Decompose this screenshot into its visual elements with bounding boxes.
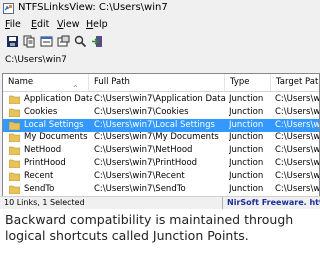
cell-type: Junction (229, 119, 264, 130)
window-title: NTFSLinksView: C:\Users\win7 (18, 2, 168, 13)
cell-type: Junction (229, 183, 264, 194)
status-nirsoft-link[interactable]: NirSoft Freeware. http: (227, 198, 320, 207)
cell-name: SendTo (24, 183, 55, 194)
cell-full-path: C:\Users\win7\Recent (94, 170, 185, 181)
menu-file[interactable]: File (5, 19, 21, 30)
table-row[interactable]: Cookies C:\Users\win7\Cookies Junction C:\U… (3, 106, 319, 119)
folder-icon (9, 172, 20, 181)
path-value: C:\Users\win7 (5, 55, 67, 65)
cell-type: Junction (229, 158, 264, 168)
caption-line-2: logical shortcuts called Junction Points… (5, 228, 249, 243)
path-bar[interactable]: C:\Users\win7 (0, 53, 320, 68)
status-count: 10 Links, 1 Selected (4, 198, 85, 207)
folder-icon (9, 159, 20, 168)
cell-full-path: C:\Users\win7\Local Settings (94, 119, 215, 130)
cell-full-path: C:\Users\win7\NetHood (94, 145, 193, 156)
menu-bar: File Edit View Help (0, 18, 320, 32)
app-link-icon (3, 3, 14, 14)
status-bar: 10 Links, 1 Selected NirSoft Freeware. h… (0, 196, 320, 209)
cell-name: My Documents (24, 132, 88, 143)
cell-type: Junction (229, 170, 264, 181)
find-icon[interactable] (74, 35, 87, 48)
cell-target-path: C:\Users\w (275, 158, 319, 168)
cell-type: Junction (229, 106, 264, 117)
cell-target-path: C:\Users\w (275, 106, 319, 117)
caption-line-1: Backward compatibility is maintained thr… (5, 212, 294, 227)
list-header: Name ^ Full Path Type Target Path (3, 74, 319, 92)
folder-icon (9, 95, 20, 104)
cell-name: NetHood (24, 145, 62, 156)
cell-target-path: C:\Users\w (275, 132, 319, 143)
cell-type: Junction (229, 132, 264, 143)
folder-icon (9, 108, 20, 117)
cell-target-path: C:\Users\w (275, 170, 319, 181)
table-row[interactable]: My Documents C:\Users\win7\My Documents Ju… (3, 131, 319, 144)
properties-icon[interactable] (57, 35, 70, 48)
table-row[interactable]: SendTo C:\Users\win7\SendTo Junction C:\Use… (3, 183, 319, 196)
cell-name: Cookies (24, 106, 58, 117)
folder-icon (9, 185, 20, 194)
refresh-icon[interactable] (40, 35, 53, 48)
exit-icon[interactable] (91, 35, 104, 48)
cell-full-path: C:\Users\win7\SendTo (94, 183, 186, 194)
toolbar (0, 34, 320, 50)
sort-ascending-icon: ^ (73, 85, 79, 91)
status-divider (222, 197, 223, 209)
table-row[interactable]: PrintHood C:\Users\win7\PrintHood Junction… (3, 157, 319, 170)
folder-icon (9, 121, 20, 130)
cell-full-path: C:\Users\win7\Application Data (94, 94, 226, 104)
menu-edit[interactable]: Edit (31, 19, 49, 30)
save-icon[interactable] (6, 35, 19, 48)
cell-target-path: C:\Users\w (275, 183, 319, 194)
cell-name: PrintHood (24, 158, 66, 168)
cell-full-path: C:\Users\win7\My Documents (94, 132, 219, 143)
caption: Backward compatibility is maintained thr… (5, 212, 317, 244)
menu-view[interactable]: View (57, 19, 80, 30)
cell-name: Recent (24, 170, 54, 181)
column-header-target-path[interactable]: Target Path (271, 74, 319, 91)
app-window: NTFSLinksView: C:\Users\win7 File Edit V… (0, 0, 320, 209)
column-header-type[interactable]: Type (225, 74, 271, 91)
links-list[interactable]: Name ^ Full Path Type Target Path Applic… (2, 73, 320, 197)
menu-help[interactable]: Help (86, 19, 108, 30)
cell-target-path: C:\Users\w (275, 119, 319, 130)
cell-full-path: C:\Users\win7\PrintHood (94, 158, 198, 168)
folder-icon (9, 134, 20, 143)
table-row[interactable]: Local Settings C:\Users\win7\Local Settin… (3, 118, 319, 132)
cell-name: Application Data (24, 94, 92, 104)
column-header-name[interactable]: Name ^ (3, 74, 89, 91)
folder-icon (9, 146, 20, 156)
cell-type: Junction (229, 94, 264, 104)
cell-target-path: C:\Users\w (275, 94, 319, 104)
table-row[interactable]: NetHood C:\Users\win7\NetHood Junction C:\U… (3, 144, 319, 157)
copy-icon[interactable] (23, 35, 36, 48)
cell-full-path: C:\Users\win7\Cookies (94, 106, 189, 117)
cell-target-path: C:\Users\w (275, 145, 319, 156)
table-row[interactable]: Application Data C:\Users\win7\Applicatio… (3, 93, 319, 106)
cell-type: Junction (229, 145, 264, 156)
table-row[interactable]: Recent C:\Users\win7\Recent Junction C:\Use… (3, 170, 319, 183)
column-header-full-path[interactable]: Full Path (89, 74, 225, 91)
title-bar: NTFSLinksView: C:\Users\win7 (0, 0, 320, 17)
cell-name: Local Settings (24, 119, 84, 130)
